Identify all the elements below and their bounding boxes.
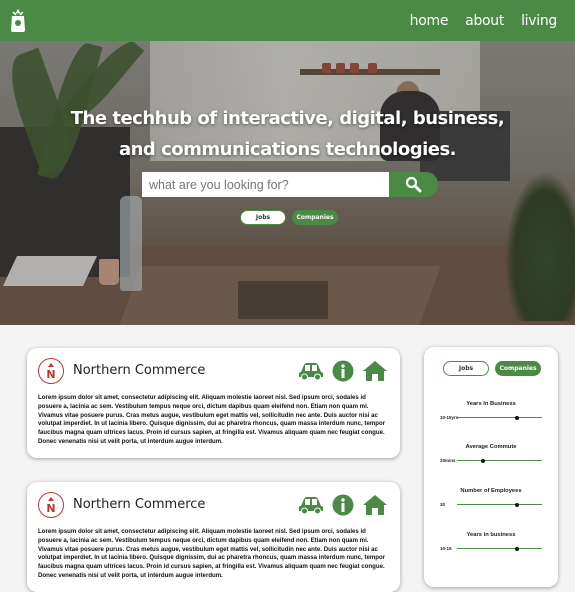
home-icon[interactable] <box>362 360 388 382</box>
company-feature-icons <box>298 360 388 382</box>
car-icon[interactable] <box>298 361 324 381</box>
company-name[interactable]: Northern Commerce <box>73 363 205 378</box>
slider-track[interactable] <box>457 548 542 549</box>
slider-handle[interactable] <box>514 502 519 507</box>
hero-title-line2: and communications technologies. <box>118 139 457 160</box>
hero-banner: The techhub of interactive, digital, bus… <box>0 41 575 325</box>
hero-title-line1: The techhub of interactive, digital, bus… <box>70 108 505 129</box>
info-icon[interactable] <box>332 494 354 516</box>
company-logo-icon: N <box>38 358 64 384</box>
filter-toggle-companies[interactable]: Companies <box>495 361 541 376</box>
slider-label: Average Commute <box>465 444 517 450</box>
hero-title: The techhub of interactive, digital, bus… <box>0 103 575 165</box>
top-navbar: home about living <box>0 0 575 41</box>
company-feature-icons <box>298 494 388 516</box>
slider-label: Years In Business <box>466 401 516 407</box>
filter-panel: Jobs Companies Years In Business 10-15yr… <box>424 347 558 587</box>
company-description: Lorem ipsum dolor sit amet, consectetur … <box>38 528 386 579</box>
company-name[interactable]: Northern Commerce <box>73 497 205 512</box>
company-description: Lorem ipsum dolor sit amet, consectetur … <box>38 394 386 445</box>
search-input[interactable] <box>142 172 392 197</box>
slider-label: Years in business <box>466 532 516 538</box>
svg-text:N: N <box>46 368 55 379</box>
home-icon[interactable] <box>362 494 388 516</box>
slider-label: Number of Employees <box>460 488 522 494</box>
slider-handle[interactable] <box>514 415 519 420</box>
filter-toggle-jobs[interactable]: Jobs <box>443 361 489 376</box>
hero-toggle-companies[interactable]: Companies <box>292 210 338 225</box>
slider-value: 10-15 <box>440 546 452 551</box>
main-nav: home about living <box>410 0 558 41</box>
hero-toggle-jobs[interactable]: Jobs <box>240 210 286 225</box>
slider-track[interactable] <box>457 417 542 418</box>
company-card[interactable]: N Northern Commerce Lorem ipsum dolor si… <box>27 348 400 458</box>
search-icon <box>405 176 422 193</box>
slider-value: 30 <box>440 502 446 507</box>
slider-value: 20mins <box>440 458 456 463</box>
slider-handle[interactable] <box>514 546 519 551</box>
slider-handle[interactable] <box>480 458 485 463</box>
nav-about[interactable]: about <box>465 13 504 29</box>
search-bar <box>142 172 438 197</box>
company-logo-icon: N <box>38 492 64 518</box>
slider-value: 10-15yrs <box>440 415 459 420</box>
nav-home[interactable]: home <box>410 13 449 29</box>
svg-text:N: N <box>46 502 55 513</box>
nav-living[interactable]: living <box>521 13 557 29</box>
info-icon[interactable] <box>332 360 354 382</box>
slider-track[interactable] <box>457 460 542 461</box>
search-button[interactable] <box>389 172 438 197</box>
company-card[interactable]: N Northern Commerce Lorem ipsum dolor si… <box>27 482 400 592</box>
logo-icon[interactable] <box>8 7 28 33</box>
car-icon[interactable] <box>298 495 324 515</box>
slider-track[interactable] <box>457 504 542 505</box>
